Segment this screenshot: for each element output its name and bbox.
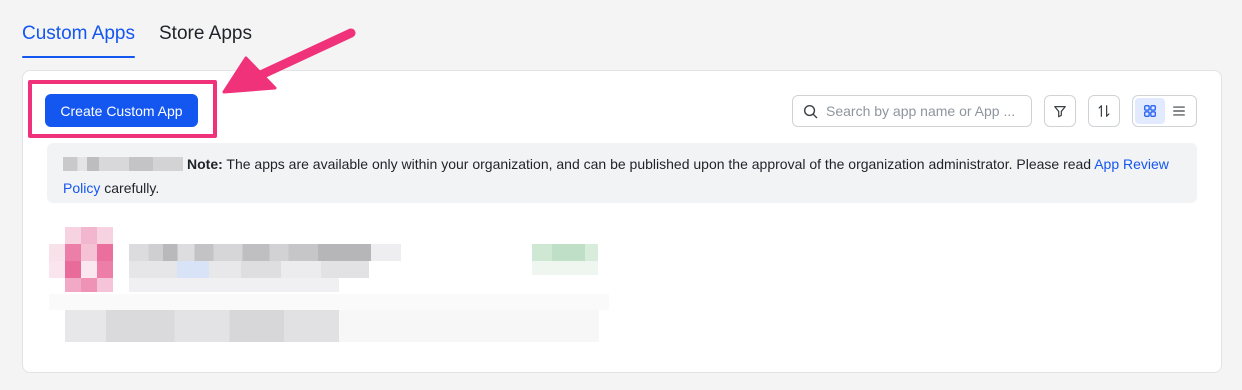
filter-icon bbox=[1054, 106, 1066, 118]
sort-button[interactable] bbox=[1088, 95, 1120, 127]
redacted-app-card[interactable] bbox=[47, 222, 612, 360]
annotation-highlight-box bbox=[28, 80, 217, 138]
notice-label: Note: bbox=[187, 156, 223, 172]
tab-custom-apps[interactable]: Custom Apps bbox=[22, 18, 135, 58]
search-input[interactable] bbox=[826, 103, 1026, 119]
search-icon bbox=[803, 104, 818, 118]
notice-text: The apps are available only within your … bbox=[222, 156, 1095, 172]
view-mode-toggle bbox=[1132, 95, 1197, 127]
list-view-button[interactable] bbox=[1165, 98, 1195, 124]
policy-notice: Note: The apps are available only within… bbox=[47, 143, 1197, 203]
search-box[interactable] bbox=[792, 95, 1032, 127]
tab-store-apps[interactable]: Store Apps bbox=[159, 18, 252, 58]
grid-view-button[interactable] bbox=[1135, 98, 1165, 124]
tab-bar: Custom Apps Store Apps bbox=[22, 18, 252, 58]
notice-suffix: carefully. bbox=[100, 180, 160, 196]
sort-icon bbox=[1098, 105, 1110, 117]
list-view-icon bbox=[1173, 106, 1186, 116]
filter-button[interactable] bbox=[1044, 95, 1076, 127]
redacted-text bbox=[63, 157, 183, 171]
grid-view-icon bbox=[1143, 105, 1156, 117]
